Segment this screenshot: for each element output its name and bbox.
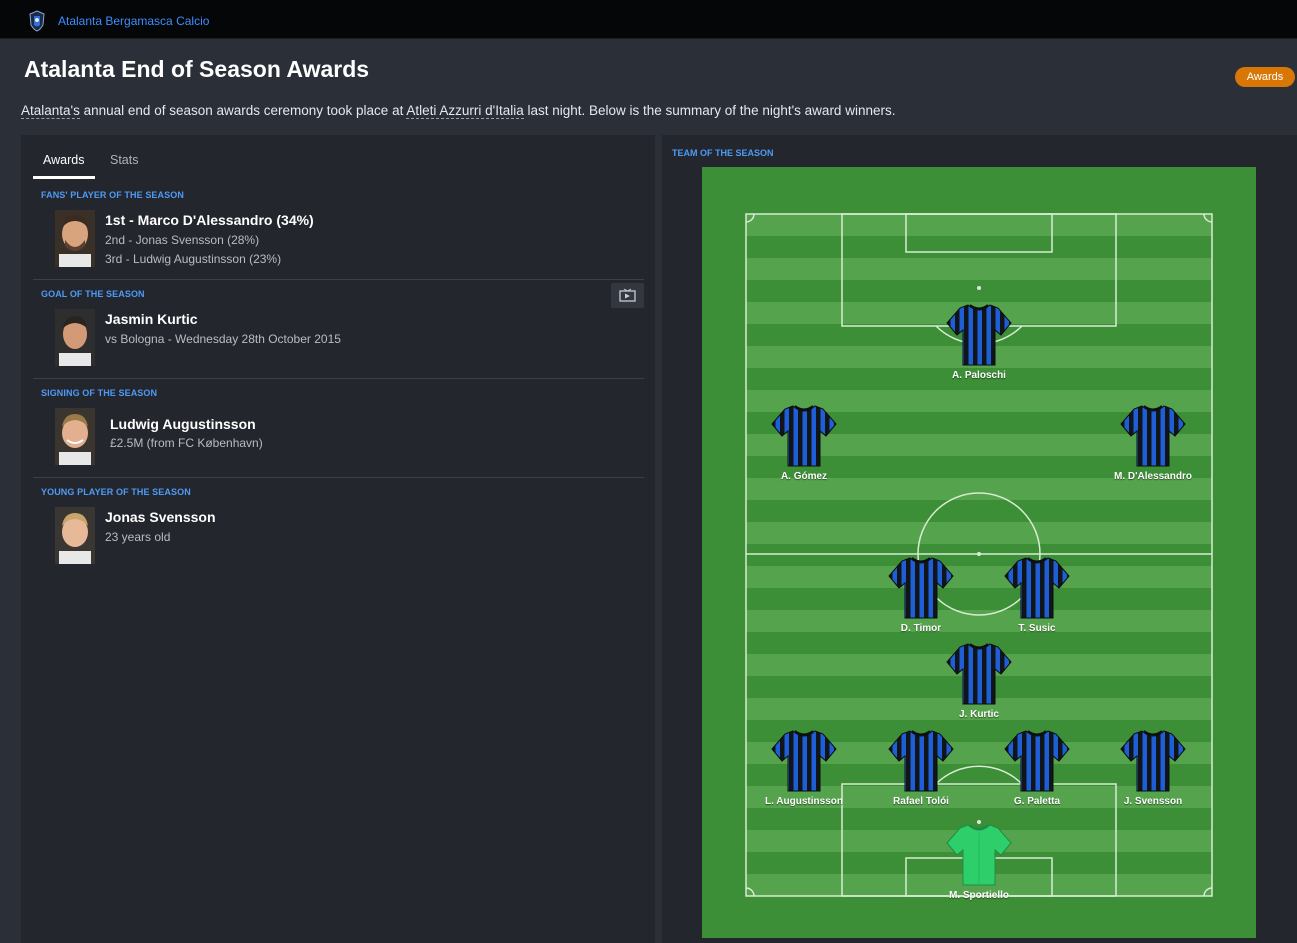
tv-play-icon bbox=[619, 288, 636, 302]
runner-up[interactable]: 2nd - Jonas Svensson (28%) bbox=[105, 233, 259, 247]
penalty-spot-top bbox=[977, 286, 981, 290]
player-paloschi[interactable]: A. Paloschi bbox=[924, 303, 1034, 381]
player-sportiello[interactable]: M. Sportiello bbox=[924, 823, 1034, 901]
intro-text: Atalanta's annual end of season awards c… bbox=[21, 103, 896, 119]
tab-stats[interactable]: Stats bbox=[110, 153, 139, 167]
goalkeeper-kit-icon bbox=[946, 823, 1012, 887]
team-kit-icon bbox=[1004, 729, 1070, 793]
player-augustinsson[interactable]: L. Augustinsson bbox=[749, 729, 859, 807]
team-kit-icon bbox=[771, 729, 837, 793]
fans-player-section: FANS' PLAYER OF THE SEASON 1st - Marco D… bbox=[33, 181, 644, 280]
player-name: A. Gómez bbox=[780, 471, 828, 482]
player-dalessandro[interactable]: M. D'Alessandro bbox=[1098, 404, 1208, 482]
football-pitch: A. Paloschi A. Gómez M. D'Alessandro D. … bbox=[702, 167, 1256, 938]
club-crest-icon[interactable] bbox=[29, 10, 45, 32]
player-kurtic[interactable]: J. Kurtic bbox=[924, 642, 1034, 720]
awards-panel: Awards Stats FANS' PLAYER OF THE SEASON … bbox=[21, 135, 655, 943]
third-place[interactable]: 3rd - Ludwig Augustinsson (23%) bbox=[105, 252, 281, 266]
player-photo[interactable] bbox=[55, 309, 95, 366]
team-of-season-panel: TEAM OF THE SEASON A. Paloschi A. Gómez … bbox=[662, 135, 1297, 943]
player-photo[interactable] bbox=[55, 210, 95, 267]
signing-section: SIGNING OF THE SEASON Ludwig Augustinsso… bbox=[33, 379, 644, 478]
team-kit-icon bbox=[771, 404, 837, 468]
player-name: D. Timor bbox=[900, 623, 942, 634]
player-name: J. Kurtic bbox=[958, 709, 999, 720]
player-name: G. Paletta bbox=[1013, 796, 1061, 807]
page-title: Atalanta End of Season Awards bbox=[24, 56, 370, 82]
team-kit-icon bbox=[1120, 729, 1186, 793]
player-toloi[interactable]: Rafael Tolói bbox=[866, 729, 976, 807]
player-name: Rafael Tolói bbox=[893, 796, 949, 807]
venue-link[interactable]: Atleti Azzurri d'Italia bbox=[406, 103, 524, 119]
watch-goal-button[interactable] bbox=[611, 283, 644, 308]
player-paletta[interactable]: G. Paletta bbox=[982, 729, 1092, 807]
player-svensson[interactable]: J. Svensson bbox=[1098, 729, 1208, 807]
winner-name[interactable]: Jonas Svensson bbox=[105, 509, 216, 525]
player-name: T. Susic bbox=[1018, 623, 1056, 634]
young-player-section: YOUNG PLAYER OF THE SEASON Jonas Svensso… bbox=[33, 478, 644, 577]
team-kit-icon bbox=[946, 642, 1012, 706]
top-bar: Atalanta Bergamasca Calcio bbox=[0, 0, 1297, 39]
player-name: M. D'Alessandro bbox=[1114, 471, 1192, 482]
goal-details: vs Bologna - Wednesday 28th October 2015 bbox=[105, 332, 341, 346]
team-kit-icon bbox=[1004, 556, 1070, 620]
winner-name[interactable]: Jasmin Kurtic bbox=[105, 311, 198, 327]
team-kit-icon bbox=[888, 729, 954, 793]
player-photo[interactable] bbox=[55, 507, 95, 564]
centre-spot bbox=[977, 552, 981, 556]
winner-name[interactable]: 1st - Marco D'Alessandro (34%) bbox=[105, 212, 314, 228]
awards-badge[interactable]: Awards bbox=[1235, 67, 1295, 87]
club-link[interactable]: Atalanta's bbox=[21, 103, 80, 119]
team-kit-icon bbox=[1120, 404, 1186, 468]
goal-section: GOAL OF THE SEASON Jasmin Kurtic vs Bolo… bbox=[33, 280, 644, 379]
section-label: FANS' PLAYER OF THE SEASON bbox=[41, 190, 184, 200]
player-name: A. Paloschi bbox=[952, 370, 1006, 381]
team-kit-icon bbox=[888, 556, 954, 620]
intro-text-part: annual end of season awards ceremony too… bbox=[79, 103, 407, 118]
player-photo[interactable] bbox=[55, 408, 95, 465]
club-name-link[interactable]: Atalanta Bergamasca Calcio bbox=[58, 14, 209, 28]
player-name: L. Augustinsson bbox=[765, 796, 843, 807]
active-tab-indicator bbox=[33, 176, 95, 179]
tab-awards[interactable]: Awards bbox=[43, 153, 84, 167]
tab-bar: Awards Stats bbox=[33, 147, 233, 179]
section-label: SIGNING OF THE SEASON bbox=[41, 388, 158, 398]
team-of-season-label: TEAM OF THE SEASON bbox=[672, 148, 774, 158]
intro-text-part: last night. Below is the summary of the … bbox=[523, 103, 896, 118]
player-susic[interactable]: T. Susic bbox=[982, 556, 1092, 634]
section-label: YOUNG PLAYER OF THE SEASON bbox=[41, 487, 191, 497]
section-label: GOAL OF THE SEASON bbox=[41, 289, 145, 299]
winner-name[interactable]: Ludwig Augustinsson bbox=[110, 416, 256, 432]
player-age: 23 years old bbox=[105, 530, 171, 544]
player-name: J. Svensson bbox=[1123, 796, 1183, 807]
player-name: M. Sportiello bbox=[949, 890, 1009, 901]
player-timor[interactable]: D. Timor bbox=[866, 556, 976, 634]
transfer-details: £2.5M (from FC København) bbox=[110, 436, 263, 450]
team-kit-icon bbox=[946, 303, 1012, 367]
player-gomez[interactable]: A. Gómez bbox=[749, 404, 859, 482]
